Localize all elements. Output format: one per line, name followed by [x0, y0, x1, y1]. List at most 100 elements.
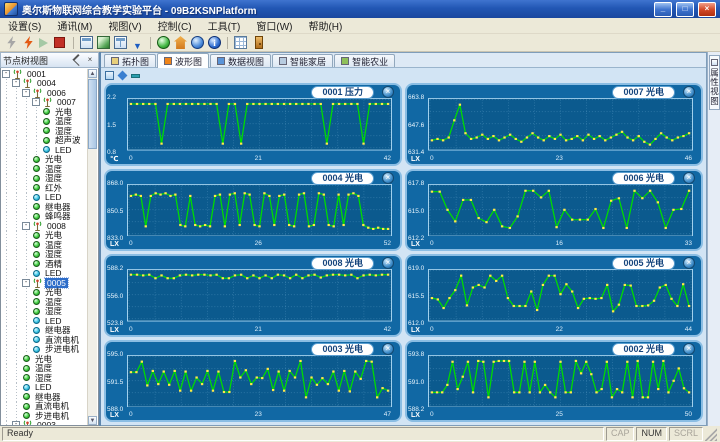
tab-waveform[interactable]: 波形图	[157, 53, 209, 68]
dock-close-icon[interactable]: ×	[84, 54, 96, 66]
unit-label: LX	[110, 412, 119, 419]
scroll-up-icon[interactable]: ▲	[88, 69, 97, 78]
tab-data-view[interactable]: 数据视图	[210, 54, 271, 67]
bulb-green-icon	[43, 108, 50, 115]
y-axis-tick: 631.4	[408, 149, 427, 156]
bulb-cyan-icon	[43, 146, 50, 153]
tab-smart-farm[interactable]: 智能农业	[334, 54, 395, 67]
toolbar-separator	[227, 37, 228, 49]
bulb-green-icon	[33, 298, 40, 305]
tree-sensor-湿度[interactable]: 湿度	[2, 307, 88, 317]
tab-label: 拓扑图	[122, 55, 149, 68]
tree-node-0001[interactable]: -0001	[2, 69, 88, 79]
x-axis-tick: 22	[556, 326, 563, 333]
menu-item-6[interactable]: 帮助(H)	[300, 18, 350, 33]
diamond-icon[interactable]	[118, 70, 128, 80]
expand-box-icon[interactable]: -	[32, 98, 40, 106]
arrow-down-icon[interactable]	[131, 36, 144, 49]
x-axis-tick: 47	[384, 411, 391, 418]
expand-box-icon[interactable]: -	[2, 70, 10, 78]
close-button[interactable]: ×	[698, 2, 716, 17]
expand-box-icon[interactable]: -	[22, 279, 30, 287]
tree-sensor-蜂鸣器[interactable]: 蜂鸣器	[2, 212, 88, 222]
title-bar: 奥尔斯物联网综合教学实验平台 - 09B2KSNPlatform _ □ ×	[0, 0, 720, 18]
tab-topology[interactable]: 拓扑图	[104, 54, 156, 67]
menu-item-5[interactable]: 窗口(W)	[248, 18, 300, 33]
resize-grip[interactable]	[705, 427, 717, 441]
tree-sensor-红外[interactable]: 红外	[2, 183, 88, 193]
user-blue-icon[interactable]	[191, 36, 204, 49]
expand-box-icon[interactable]: -	[12, 421, 20, 425]
chart-close-button[interactable]: ×	[683, 343, 695, 355]
property-view-label: 属性视图	[709, 68, 720, 106]
bulb-green-icon	[23, 365, 30, 372]
tree-sensor-超声波[interactable]: 超声波	[2, 136, 88, 146]
info-blue-icon[interactable]	[208, 36, 221, 49]
bulb-cyan-icon	[33, 327, 40, 334]
chart-close-button[interactable]: ×	[382, 257, 394, 269]
chart-title: 0008 光电	[311, 257, 374, 270]
chart-close-button[interactable]: ×	[382, 86, 394, 98]
tree-sensor-步进电机[interactable]: 步进电机	[2, 411, 88, 421]
scroll-thumb[interactable]	[88, 79, 97, 149]
maximize-button[interactable]: □	[676, 2, 694, 17]
chart-close-button[interactable]: ×	[382, 172, 394, 184]
scroll-down-icon[interactable]: ▼	[88, 416, 97, 425]
clock-green-icon[interactable]	[157, 36, 170, 49]
dash-icon[interactable]	[131, 74, 140, 78]
menu-item-4[interactable]: 工具(T)	[200, 18, 249, 33]
tree-sensor-光电[interactable]: 光电	[2, 107, 88, 117]
window-new-icon[interactable]	[80, 36, 93, 49]
y-axis-tick: 1.5	[107, 122, 126, 129]
expand-box-icon[interactable]: -	[22, 89, 30, 97]
pin-icon[interactable]	[72, 54, 84, 66]
menu-item-0[interactable]: 设置(S)	[0, 18, 49, 33]
bulb-cyan-icon	[33, 346, 40, 353]
y-axis-tick: 2.2	[107, 94, 126, 101]
tree-sensor-温度[interactable]: 温度	[2, 117, 88, 127]
x-axis-tick: 26	[255, 240, 262, 247]
bulb-green-icon	[33, 213, 40, 220]
window-grid-icon[interactable]	[114, 36, 127, 49]
bulb-green-icon	[33, 289, 40, 296]
chart-plot	[428, 355, 693, 408]
y-axis-tick: 593.8	[408, 351, 427, 358]
antenna-icon	[32, 221, 43, 231]
tree-node-0003[interactable]: -0003	[2, 421, 88, 426]
property-view-tab[interactable]: 属性视图	[709, 55, 720, 110]
minimize-button[interactable]: _	[654, 2, 672, 17]
tree-node-0004[interactable]: -0004	[2, 79, 88, 89]
stop-icon[interactable]	[54, 37, 65, 48]
play-icon[interactable]	[39, 38, 48, 48]
tree-sensor-LED[interactable]: LED	[2, 269, 88, 279]
tree-node-0006[interactable]: -0006	[2, 88, 88, 98]
tree-sensor-酒精[interactable]: 酒精	[2, 259, 88, 269]
expand-box-icon[interactable]: -	[22, 222, 30, 230]
x-axis-tick: 23	[556, 155, 563, 162]
x-axis-tick: 23	[255, 411, 262, 418]
tree-sensor-湿度[interactable]: 湿度	[2, 373, 88, 383]
snapshot-icon[interactable]	[105, 71, 114, 80]
x-axis-ticks: 01633	[430, 240, 692, 247]
menu-item-1[interactable]: 通讯(M)	[49, 18, 100, 33]
table-icon[interactable]	[234, 36, 247, 49]
home-orange-icon[interactable]	[174, 36, 187, 49]
chart-close-button[interactable]: ×	[683, 86, 695, 98]
chart-close-button[interactable]: ×	[382, 343, 394, 355]
tree-node-0007[interactable]: -0007	[2, 98, 88, 108]
menu-item-2[interactable]: 视图(V)	[100, 18, 149, 33]
chart-close-button[interactable]: ×	[683, 257, 695, 269]
x-axis-tick: 0	[129, 411, 133, 418]
tab-label: 智能家居	[290, 55, 326, 68]
lightning-red-icon[interactable]	[22, 36, 35, 49]
status-num: NUM	[636, 427, 667, 441]
chart-close-button[interactable]: ×	[683, 172, 695, 184]
chart-panel-0007: 0007 光电×663.8647.6631.402346LX	[405, 83, 703, 166]
tree-scrollbar[interactable]: ▲ ▼	[87, 69, 97, 425]
tab-smart-home[interactable]: 智能家居	[272, 54, 333, 67]
lightning-grey-icon[interactable]	[5, 36, 18, 49]
exit-door-icon[interactable]	[255, 36, 263, 49]
image-icon[interactable]	[97, 36, 110, 49]
expand-box-icon[interactable]: -	[12, 79, 20, 87]
menu-item-3[interactable]: 控制(C)	[150, 18, 200, 33]
